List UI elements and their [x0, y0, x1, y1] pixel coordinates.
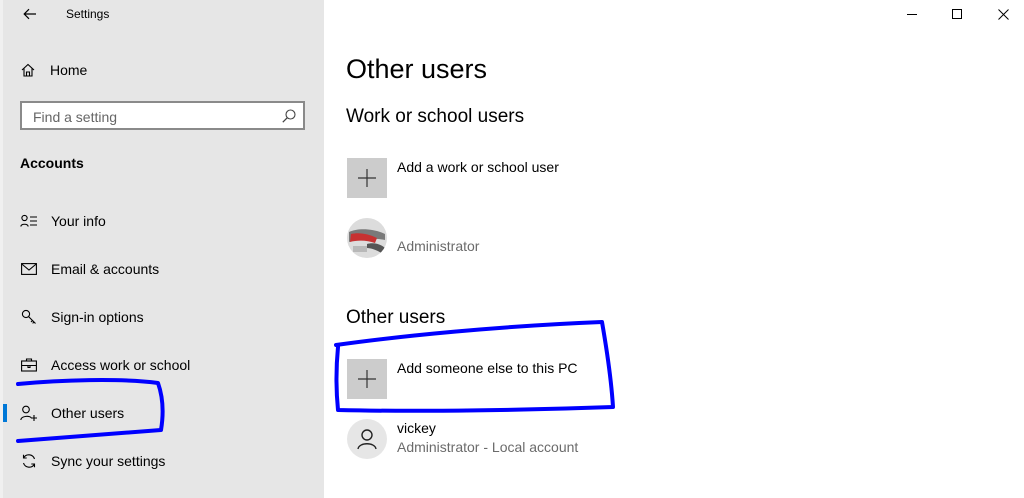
search-icon[interactable] — [281, 108, 297, 124]
briefcase-icon — [20, 356, 38, 374]
section-title-work-school: Work or school users — [346, 106, 525, 127]
search-box[interactable] — [20, 101, 305, 130]
local-user-account[interactable]: vickey Administrator - Local account — [347, 419, 578, 459]
close-icon — [997, 8, 1009, 20]
user-role: Administrator — [397, 238, 480, 254]
person-icon — [357, 429, 377, 450]
user-photo-icon — [347, 218, 387, 258]
minimize-icon — [907, 14, 917, 15]
home-label: Home — [50, 62, 88, 78]
person-list-icon — [20, 212, 38, 230]
add-work-school-user-label: Add a work or school user — [397, 159, 559, 175]
user-info: vickey Administrator - Local account — [397, 419, 578, 457]
user-info: Administrator — [397, 218, 479, 256]
nav-home[interactable]: Home — [20, 58, 87, 82]
add-someone-else-label: Add someone else to this PC — [397, 360, 578, 376]
page-title: Other users — [346, 54, 488, 84]
app-title: Settings — [66, 7, 110, 21]
home-icon — [21, 63, 35, 77]
section-label-accounts: Accounts — [20, 155, 84, 171]
maximize-button[interactable] — [942, 2, 972, 26]
minimize-button[interactable] — [897, 2, 927, 26]
mail-icon — [20, 260, 38, 278]
person-add-icon — [20, 404, 38, 422]
selection-indicator — [3, 404, 7, 422]
add-tile — [347, 359, 387, 399]
back-button[interactable] — [18, 2, 42, 26]
key-icon — [20, 308, 38, 326]
sidebar-item-label: Access work or school — [51, 357, 191, 373]
sidebar-item-label: Your info — [51, 213, 106, 229]
user-role: Administrator - Local account — [397, 439, 579, 455]
section-title-other-users: Other users — [346, 307, 446, 328]
add-work-school-user-button[interactable]: Add a work or school user — [347, 158, 559, 198]
sync-icon — [20, 452, 38, 470]
sidebar-item-label: Sync your settings — [51, 453, 166, 469]
plus-icon — [358, 370, 376, 388]
user-name: vickey — [397, 420, 436, 436]
add-tile — [347, 158, 387, 198]
work-school-user-account[interactable]: Administrator — [347, 218, 479, 258]
sidebar-item-label: Email & accounts — [51, 261, 160, 277]
sidebar-item-label: Other users — [51, 405, 125, 421]
close-button[interactable] — [988, 2, 1018, 26]
sidebar-item-your-info[interactable]: Your info — [0, 203, 324, 239]
sidebar-item-other-users[interactable]: Other users — [0, 395, 324, 431]
maximize-icon — [952, 9, 962, 19]
sidebar-item-email-accounts[interactable]: Email & accounts — [0, 251, 324, 287]
sidebar-item-sync-settings[interactable]: Sync your settings — [0, 443, 324, 479]
plus-icon — [358, 169, 376, 187]
sidebar-item-access-work-or-school[interactable]: Access work or school — [0, 347, 324, 383]
sidebar-item-label: Sign-in options — [51, 309, 144, 325]
add-someone-else-button[interactable]: Add someone else to this PC — [347, 359, 578, 399]
search-input[interactable] — [31, 106, 275, 128]
avatar — [347, 419, 387, 459]
sidebar-item-sign-in-options[interactable]: Sign-in options — [0, 299, 324, 335]
avatar — [347, 218, 387, 258]
user-name — [397, 218, 479, 237]
arrow-left-icon — [23, 8, 36, 20]
sidebar: Settings Home Accounts Your info — [0, 0, 324, 498]
